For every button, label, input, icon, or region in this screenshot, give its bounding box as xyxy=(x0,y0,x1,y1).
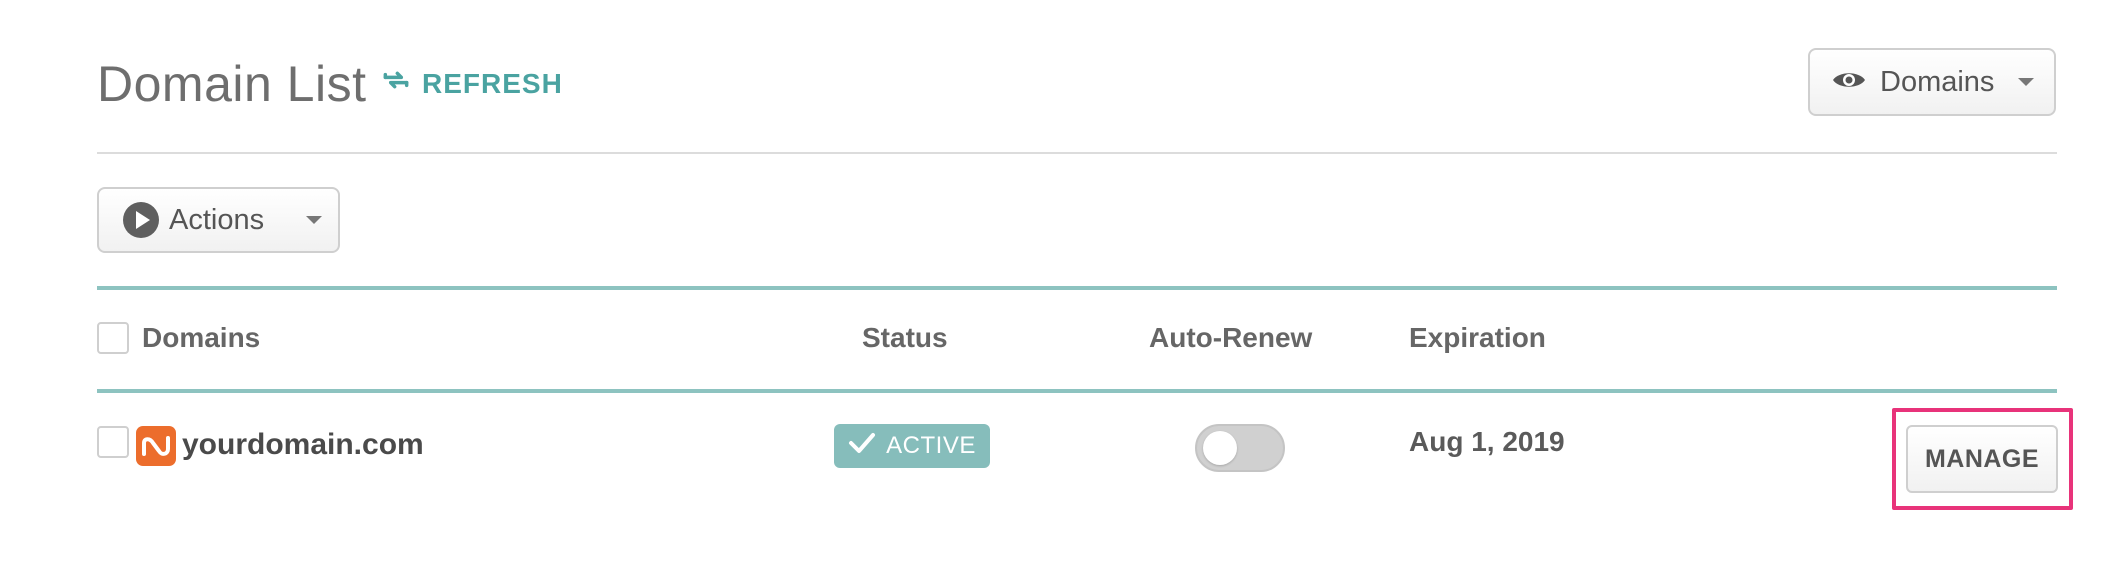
status-label: ACTIVE xyxy=(886,432,976,459)
chevron-down-icon xyxy=(306,216,323,224)
table-top-border xyxy=(97,286,2057,290)
toggle-knob xyxy=(1203,431,1237,465)
namecheap-logo-icon xyxy=(136,426,176,466)
actions-label: Actions xyxy=(169,203,265,236)
domains-dropdown-label: Domains xyxy=(1880,65,1995,98)
auto-renew-toggle[interactable] xyxy=(1195,424,1285,472)
domain-name-link[interactable]: yourdomain.com xyxy=(182,428,424,462)
page-title: Domain List xyxy=(97,56,367,112)
checkmark-icon xyxy=(848,432,876,461)
row-checkbox[interactable] xyxy=(97,426,129,458)
column-header-expiration[interactable]: Expiration xyxy=(1409,322,1546,354)
status-badge: ACTIVE xyxy=(834,424,990,468)
header-divider xyxy=(97,152,2057,154)
eye-icon xyxy=(1832,66,1866,99)
refresh-label: REFRESH xyxy=(422,67,563,99)
domains-view-dropdown[interactable]: Domains xyxy=(1808,48,2056,116)
chevron-down-icon xyxy=(2018,78,2035,86)
column-header-status[interactable]: Status xyxy=(862,322,948,354)
column-header-auto-renew[interactable]: Auto-Renew xyxy=(1149,322,1312,354)
expiration-date: Aug 1, 2019 xyxy=(1409,426,1565,457)
select-all-checkbox[interactable] xyxy=(97,322,129,354)
refresh-icon xyxy=(380,64,412,103)
play-circle-icon xyxy=(123,202,159,238)
actions-dropdown-button[interactable]: Actions xyxy=(97,187,340,253)
refresh-link[interactable]: REFRESH xyxy=(380,64,563,103)
table-header-border xyxy=(97,389,2057,393)
manage-button[interactable]: MANAGE xyxy=(1906,425,2058,493)
column-header-domains[interactable]: Domains xyxy=(142,322,260,354)
